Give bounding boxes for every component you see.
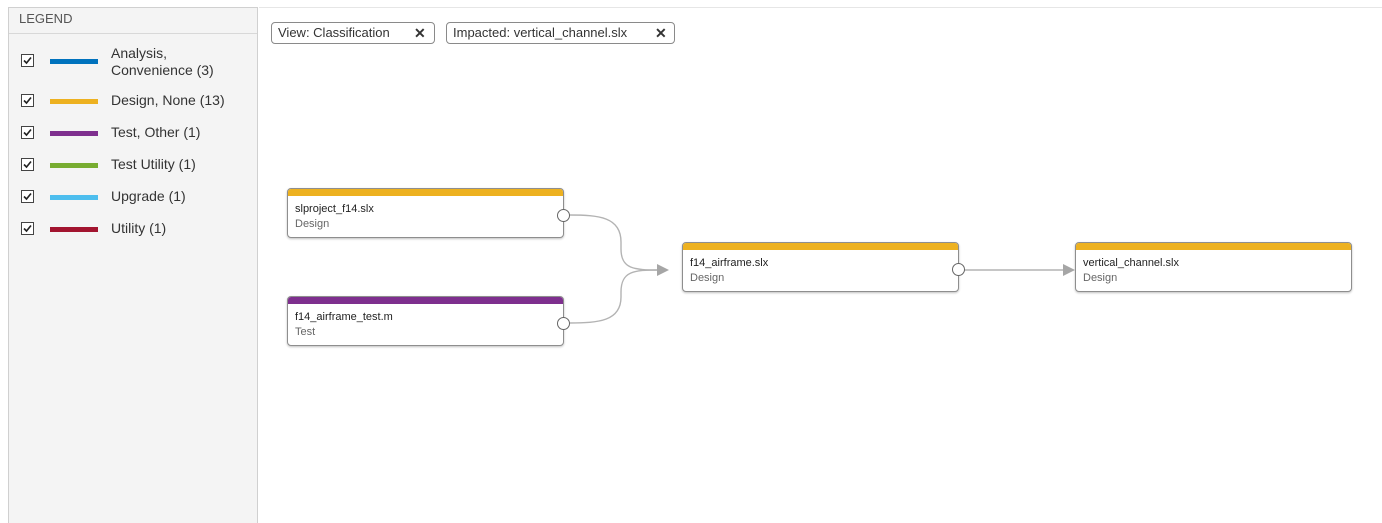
legend-swatch-analysis-convenience	[50, 59, 98, 64]
legend-checkbox-analysis-convenience[interactable]	[21, 54, 34, 67]
legend-item-test-other[interactable]: Test, Other (1)	[9, 124, 257, 144]
node-name: f14_airframe.slx	[690, 257, 769, 269]
checkmark-icon	[23, 192, 32, 201]
edge-slproject-to-airframe	[568, 214, 660, 271]
graph-node-slproject-f14[interactable]: slproject_f14.slx Design	[287, 188, 564, 238]
checkmark-icon	[23, 56, 32, 65]
legend-checkbox-design-none[interactable]	[21, 94, 34, 107]
node-classification: Design	[1083, 272, 1118, 284]
legend-swatch-upgrade	[50, 195, 98, 200]
checkmark-icon	[23, 160, 32, 169]
legend-item-test-utility[interactable]: Test Utility (1)	[9, 156, 257, 176]
checkmark-icon	[23, 128, 32, 137]
node-name: vertical_channel.slx	[1083, 257, 1179, 269]
node-class-bar	[1076, 243, 1351, 250]
node-class-bar	[288, 297, 563, 304]
checkmark-icon	[23, 96, 32, 105]
node-name: slproject_f14.slx	[295, 203, 374, 215]
graph-node-vertical-channel[interactable]: vertical_channel.slx Design	[1075, 242, 1352, 292]
legend-label: Design, None (13)	[111, 92, 225, 108]
node-class-bar	[683, 243, 958, 250]
legend-label-line2: Convenience (3)	[111, 62, 214, 78]
legend-checkbox-utility[interactable]	[21, 222, 34, 235]
checkmark-icon	[23, 224, 32, 233]
legend-checkbox-test-utility[interactable]	[21, 158, 34, 171]
node-output-port[interactable]	[557, 317, 570, 330]
arrowhead-icon	[657, 264, 669, 276]
node-classification: Design	[295, 218, 330, 230]
node-output-port[interactable]	[952, 263, 965, 276]
legend-label: Upgrade (1)	[111, 188, 186, 204]
legend-label-line1: Analysis,	[111, 45, 168, 61]
legend-label: Test, Other (1)	[111, 124, 201, 140]
graph-node-f14-airframe-test[interactable]: f14_airframe_test.m Test	[287, 296, 564, 346]
graph-canvas[interactable]: View: Classification ✕ Impacted: vertica…	[259, 7, 1382, 523]
legend-swatch-test-other	[50, 131, 98, 136]
legend-label: Test Utility (1)	[111, 156, 196, 172]
node-name: f14_airframe_test.m	[295, 311, 393, 323]
legend-panel: LEGEND Analysis, Convenience (3) Design,…	[8, 7, 258, 523]
legend-item-upgrade[interactable]: Upgrade (1)	[9, 188, 257, 208]
legend-checkbox-upgrade[interactable]	[21, 190, 34, 203]
legend-swatch-utility	[50, 227, 98, 232]
node-output-port[interactable]	[557, 209, 570, 222]
legend-swatch-test-utility	[50, 163, 98, 168]
legend-item-analysis-convenience[interactable]: Analysis, Convenience (3)	[9, 45, 257, 79]
legend-header: LEGEND	[9, 8, 257, 34]
arrowhead-icon	[1063, 264, 1075, 276]
legend-swatch-design-none	[50, 99, 98, 104]
node-class-bar	[288, 189, 563, 196]
graph-node-f14-airframe[interactable]: f14_airframe.slx Design	[682, 242, 959, 292]
edge-test-to-airframe	[568, 269, 660, 324]
legend-label: Utility (1)	[111, 220, 167, 236]
node-classification: Design	[690, 272, 725, 284]
legend-checkbox-test-other[interactable]	[21, 126, 34, 139]
legend-item-utility[interactable]: Utility (1)	[9, 220, 257, 240]
node-classification: Test	[295, 326, 316, 338]
legend-item-design-none[interactable]: Design, None (13)	[9, 92, 257, 112]
